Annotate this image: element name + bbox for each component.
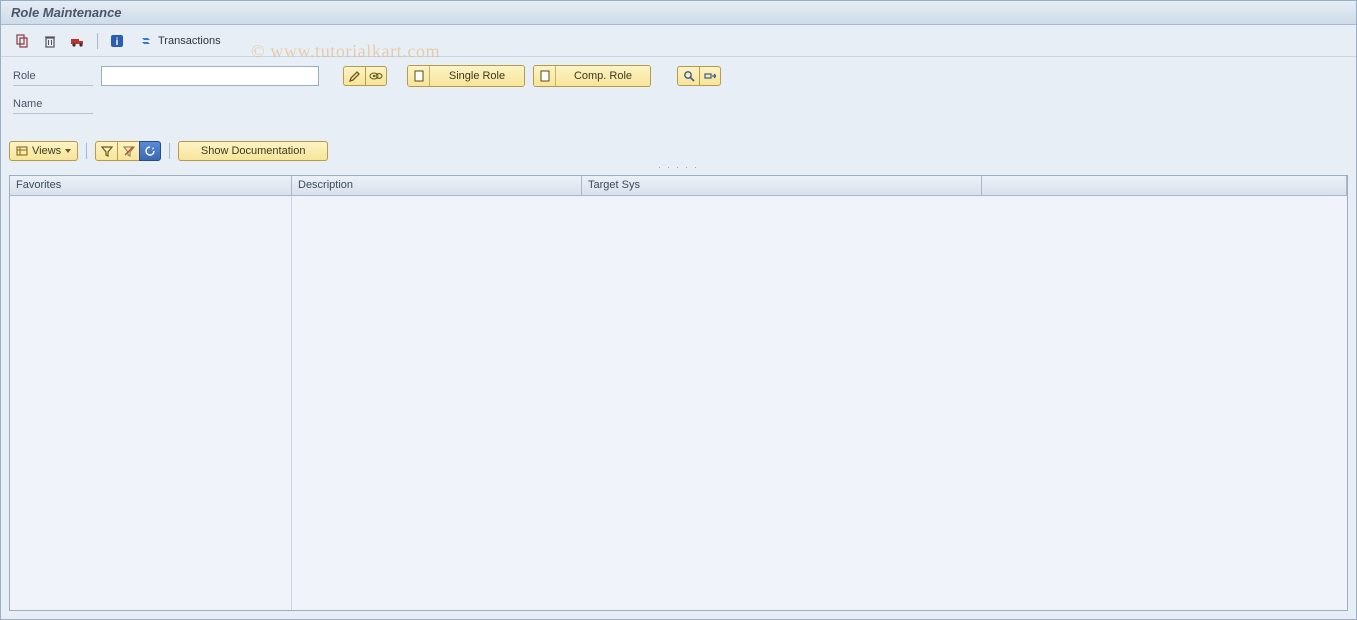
transactions-button[interactable]: Transactions bbox=[134, 32, 227, 50]
copy-icon[interactable] bbox=[11, 31, 33, 51]
separator bbox=[169, 143, 170, 159]
splitter-handle[interactable]: . . . . . bbox=[1, 163, 1356, 171]
single-role-button[interactable]: Single Role bbox=[430, 66, 524, 86]
refresh-icon[interactable] bbox=[139, 141, 161, 161]
page-title: Role Maintenance bbox=[11, 5, 122, 20]
find-icon[interactable] bbox=[677, 66, 699, 86]
col-favorites[interactable]: Favorites bbox=[10, 176, 292, 195]
edit-icon[interactable] bbox=[343, 66, 365, 86]
role-input[interactable] bbox=[101, 66, 319, 86]
name-label: Name bbox=[13, 95, 93, 114]
chevron-down-icon bbox=[65, 149, 71, 153]
col-empty bbox=[982, 176, 1347, 195]
role-label: Role bbox=[13, 67, 93, 86]
table-body bbox=[10, 196, 1347, 610]
col-target-sys[interactable]: Target Sys bbox=[582, 176, 982, 195]
form-area: Role Single Role Comp. Role bbox=[1, 57, 1356, 125]
filter-remove-icon[interactable] bbox=[117, 141, 139, 161]
title-bar: Role Maintenance bbox=[1, 1, 1356, 25]
delete-icon[interactable] bbox=[39, 31, 61, 51]
svg-text:i: i bbox=[116, 37, 119, 48]
transactions-label: Transactions bbox=[158, 35, 221, 47]
col-description[interactable]: Description bbox=[292, 176, 582, 195]
create-single-icon[interactable] bbox=[408, 66, 430, 86]
favorites-table: Favorites Description Target Sys bbox=[9, 175, 1348, 611]
table-header: Favorites Description Target Sys bbox=[10, 176, 1347, 196]
create-comp-icon[interactable] bbox=[534, 66, 556, 86]
transport-icon[interactable] bbox=[67, 31, 89, 51]
comp-role-button[interactable]: Comp. Role bbox=[556, 66, 650, 86]
separator bbox=[97, 33, 98, 49]
info-icon[interactable]: i bbox=[106, 31, 128, 51]
show-documentation-button[interactable]: Show Documentation bbox=[178, 141, 328, 161]
views-button[interactable]: Views bbox=[9, 141, 78, 161]
app-toolbar: i Transactions bbox=[1, 25, 1356, 57]
expand-icon[interactable] bbox=[699, 66, 721, 86]
favorites-tree[interactable] bbox=[10, 196, 292, 610]
separator bbox=[86, 143, 87, 159]
table-content bbox=[292, 196, 1347, 610]
display-icon[interactable] bbox=[365, 66, 387, 86]
filter-icon[interactable] bbox=[95, 141, 117, 161]
